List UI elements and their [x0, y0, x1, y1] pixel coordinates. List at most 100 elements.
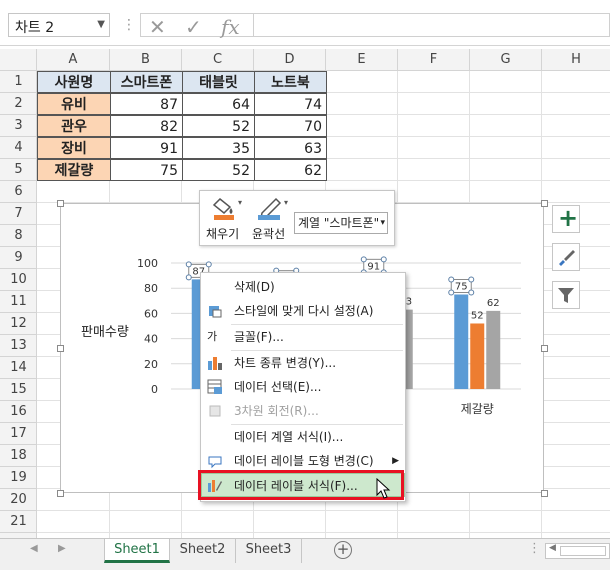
menu-item-label: 차트 종류 변경(Y)... [234, 356, 337, 370]
row-header-18[interactable]: 18 [0, 445, 37, 467]
data-label[interactable]: 75 [455, 282, 468, 293]
row-header-13[interactable]: 13 [0, 335, 37, 357]
menu-item-reset-style[interactable]: 스타일에 맞게 다시 설정(A) [201, 299, 405, 323]
plus-icon: + [558, 204, 579, 232]
row-header-3[interactable]: 3 [0, 115, 37, 137]
x-category-label: 제갈량 [461, 402, 494, 416]
row-header-8[interactable]: 8 [0, 225, 37, 247]
series-select-value: 계열 "스마트폰" [298, 216, 380, 230]
table-value-cell[interactable]: 75 [110, 159, 183, 181]
row-header-20[interactable]: 20 [0, 489, 37, 511]
row-header-7[interactable]: 7 [0, 203, 37, 225]
selection-handle[interactable] [360, 256, 367, 263]
chart-elements-button[interactable]: + [552, 204, 580, 233]
shape-icon [208, 456, 222, 469]
table-value-cell[interactable]: 52 [182, 115, 255, 137]
table-value-cell[interactable]: 35 [182, 137, 255, 159]
row-header-17[interactable]: 17 [0, 423, 37, 445]
outline-button[interactable]: ▾ 윤곽선 [252, 195, 296, 245]
row-header-19[interactable]: 19 [0, 467, 37, 489]
selection-handle[interactable] [468, 276, 475, 283]
chart-filters-button[interactable] [552, 281, 580, 309]
menu-item-select-data[interactable]: 데이터 선택(E)... [201, 375, 405, 399]
context-menu: 삭제(D) 스타일에 맞게 다시 설정(A) 가 글꼴(F)... 차트 종류 … [200, 272, 406, 502]
selection-handle[interactable] [380, 256, 387, 263]
gridline [37, 532, 610, 533]
row-header-10[interactable]: 10 [0, 269, 37, 291]
data-label[interactable]: 62 [487, 298, 500, 309]
chart-resize-handle[interactable] [541, 200, 548, 207]
table-name-cell[interactable]: 제갈량 [37, 159, 111, 181]
chart-styles-button[interactable] [552, 243, 580, 271]
scroll-left-arrow-icon[interactable]: ◀ [549, 543, 556, 553]
menu-item-font[interactable]: 가 글꼴(F)... [201, 325, 405, 349]
table-name-cell[interactable]: 유비 [37, 93, 111, 115]
bar-제갈량-태블릿[interactable] [470, 323, 485, 389]
row-header-4[interactable]: 4 [0, 137, 37, 159]
row-header-1[interactable]: 1 [0, 71, 37, 93]
row-header-2[interactable]: 2 [0, 93, 37, 115]
chart-resize-handle[interactable] [57, 200, 64, 207]
gridline [37, 510, 610, 511]
menu-item-change-chart-type[interactable]: 차트 종류 변경(Y)... [201, 351, 405, 375]
scrollbar-thumb[interactable] [560, 546, 606, 556]
table-name-cell[interactable]: 관우 [37, 115, 111, 137]
menu-item-label: 데이터 계열 서식(I)... [234, 430, 344, 444]
chart-resize-handle[interactable] [541, 345, 548, 352]
row-header-21[interactable]: 21 [0, 511, 37, 533]
table-name-cell[interactable]: 장비 [37, 137, 111, 159]
table-value-cell[interactable]: 74 [254, 93, 327, 115]
table-value-cell[interactable]: 62 [254, 159, 327, 181]
bar-제갈량-스마트폰[interactable] [454, 294, 469, 390]
data-label[interactable]: 91 [367, 261, 380, 272]
menu-item-delete[interactable]: 삭제(D) [201, 275, 405, 299]
selection-handle[interactable] [185, 261, 192, 268]
y-tick-label: 100 [137, 257, 158, 270]
selection-handle[interactable] [448, 289, 455, 296]
sheet-tab-bar: ◀ ▶ Sheet1 Sheet2 Sheet3 + ⋮ ◀ [0, 538, 610, 570]
scroll-left-icon[interactable]: ◀ [30, 543, 38, 554]
row-header-14[interactable]: 14 [0, 357, 37, 379]
selection-handle[interactable] [468, 289, 475, 296]
selection-handle[interactable] [448, 276, 455, 283]
chart-resize-handle[interactable] [57, 345, 64, 352]
row-header-15[interactable]: 15 [0, 379, 37, 401]
table-header-cell[interactable]: 태블릿 [182, 71, 255, 93]
row-header-6[interactable]: 6 [0, 181, 37, 203]
svg-text:▾: ▾ [238, 198, 242, 207]
sheet-tab-1[interactable]: Sheet1 [104, 539, 170, 563]
chart-resize-handle[interactable] [57, 490, 64, 497]
y-axis-title[interactable]: 판매수량 [81, 321, 129, 340]
table-value-cell[interactable]: 91 [110, 137, 183, 159]
select-data-icon [207, 379, 222, 394]
bar-제갈량-노트북[interactable] [486, 310, 501, 389]
table-value-cell[interactable]: 87 [110, 93, 183, 115]
mouse-cursor-icon [376, 478, 391, 499]
series-select[interactable]: 계열 "스마트폰" ▾ [294, 212, 388, 234]
chart-resize-handle[interactable] [541, 490, 548, 497]
row-header-9[interactable]: 9 [0, 247, 37, 269]
selection-handle[interactable] [205, 261, 212, 268]
fill-button[interactable]: ▾ 채우기 [206, 195, 250, 245]
table-value-cell[interactable]: 64 [182, 93, 255, 115]
row-header-5[interactable]: 5 [0, 159, 37, 181]
table-header-cell[interactable]: 사원명 [37, 71, 111, 93]
add-sheet-icon[interactable]: + [334, 541, 352, 559]
menu-item-format-series[interactable]: 데이터 계열 서식(I)... [201, 425, 405, 449]
table-value-cell[interactable]: 82 [110, 115, 183, 137]
sheet-tab-3[interactable]: Sheet3 [236, 539, 302, 563]
horizontal-scrollbar[interactable]: ◀ [545, 543, 610, 559]
sheet-tab-2[interactable]: Sheet2 [170, 539, 236, 563]
table-value-cell[interactable]: 70 [254, 115, 327, 137]
scroll-right-icon[interactable]: ▶ [58, 543, 66, 554]
row-header-11[interactable]: 11 [0, 291, 37, 313]
selection-handle[interactable] [185, 274, 192, 281]
table-value-cell[interactable]: 52 [182, 159, 255, 181]
table-header-cell[interactable]: 노트북 [254, 71, 327, 93]
table-header-cell[interactable]: 스마트폰 [110, 71, 183, 93]
row-header-12[interactable]: 12 [0, 313, 37, 335]
menu-item-label: 데이터 선택(E)... [234, 380, 322, 394]
row-header-16[interactable]: 16 [0, 401, 37, 423]
data-label[interactable]: 52 [471, 310, 484, 321]
table-value-cell[interactable]: 63 [254, 137, 327, 159]
